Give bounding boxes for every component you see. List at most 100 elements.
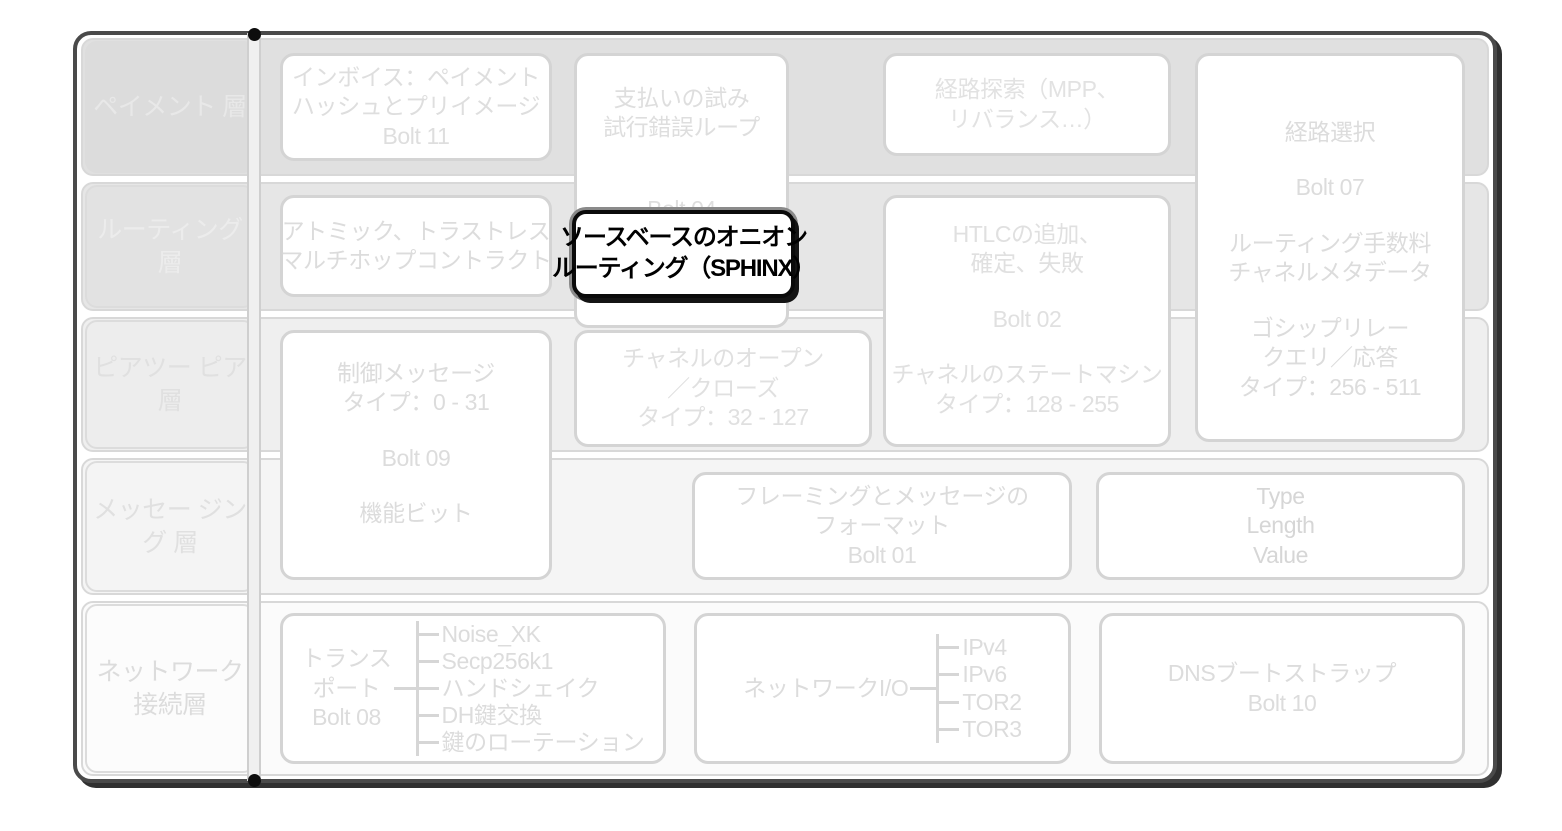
card-line: Type [1256,482,1305,509]
tree-item: TOR2 [939,688,1022,716]
tree-root-line: ネットワークI/O [743,674,909,701]
vertical-divider[interactable] [247,28,261,787]
layer-label-line: ピア [197,354,248,382]
layer-label-payment: ペイメント 層 [85,41,255,173]
card-line: クエリ／応答 [1262,344,1398,371]
tree-item: 鍵のローテーション [418,729,645,756]
transport-tree: トランス ポート Bolt 08 Noise_XK Secp256k1 ハンドシ… [291,620,655,757]
tree-dash [939,727,960,731]
card-line: インボイス：ペイメント [292,63,540,90]
tree-item-label: TOR2 [962,688,1022,715]
tree-item-label: TOR3 [962,715,1022,742]
tree-root-line: Bolt 08 [312,704,381,731]
card-line: チャネルメタデータ [1228,259,1432,286]
tree-item-label: IPv6 [962,661,1007,688]
tree-item: ハンドシェイク [418,674,645,702]
card-line: Bolt 09 [381,444,451,471]
card-line: 経路選択 [1284,119,1376,145]
layer-label-p2p: ピアツー ピア 層 [85,320,255,449]
diagram-canvas: ペイメント 層 ルーティング 層 ピアツー ピア 層 メッセー ジング 層 ネッ… [0,0,1562,831]
card-type-length-value[interactable]: Type Length Value [1096,472,1465,580]
layer-label-messaging: メッセー ジング 層 [85,461,255,592]
network-io-tree-root: ネットワークI/O [743,674,910,704]
card-line: アトミック、トラストレス [281,217,551,244]
layer-label-line: 層 [173,528,198,557]
card-line: ゴシップリレー [1250,314,1410,341]
card-transport-bolt08[interactable]: トランス ポート Bolt 08 Noise_XK Secp256k1 ハンドシ… [280,613,666,764]
tree-dash [418,741,439,745]
layer-label-line: メッセー [93,496,192,524]
card-path-selection[interactable]: 経路選択 Bolt 07 ルーティング手数料 チャネルメタデータ ゴシップリレー… [1195,53,1465,442]
divider-handle-bottom[interactable] [247,774,261,787]
card-line: 制御メッセージ [337,360,495,386]
card-line: タイプ：32 - 127 [637,404,809,431]
card-line: ハッシュとプリイメージ [291,93,541,120]
card-line: Value [1252,541,1309,568]
card-line: Length [1246,512,1315,539]
tree-item-label: ハンドシェイク [441,674,600,701]
layer-label-line: 層 [157,248,183,277]
tree-item: IPv4 [939,634,1021,661]
tree-item: Secp256k1 [418,648,645,675]
layer-label-routing: ルーティング 層 [85,185,255,308]
card-dns-bootstrap[interactable]: DNSブートストラップ Bolt 10 [1099,613,1465,764]
tree-stem [393,687,416,690]
card-sphinx-onion-routing[interactable]: ソースベースのオニオン ルーティング（SPHINX） [552,210,816,298]
card-line: Bolt 07 [1295,174,1365,201]
card-network-io[interactable]: ネットワークI/O IPv4 IPv6 TOR2 TOR3 [694,613,1071,764]
network-io-tree-bracket: IPv4 IPv6 TOR2 TOR3 [936,634,1022,743]
card-line: フォーマット [814,512,950,539]
tree-item: TOR3 [939,715,1022,743]
layer-label-line: ピアツー [93,354,192,382]
card-line: ルーティング（SPHINX） [551,255,816,282]
layer-label-line: 層 [222,92,247,121]
card-htlc-state[interactable]: HTLCの追加、 確定、失敗 Bolt 02 チャネルのステートマシン タイプ：… [883,195,1171,447]
card-line: HTLCの追加、 [952,221,1102,247]
card-line: マルチホップコントラクト [280,247,552,273]
layer-label-line: ペイメント [93,92,216,121]
tree-item: DH鍵交換 [418,702,645,729]
card-line: 支払いの試み [613,85,750,111]
tree-dash [939,700,960,704]
card-atomic-multihop-contract[interactable]: アトミック、トラストレス マルチホップコントラクト [280,195,552,297]
tree-dash [939,646,960,650]
card-line: Bolt 11 [382,122,450,149]
layer-label-line: ネットワーク [96,658,244,686]
tree-dash [418,632,439,636]
card-line: ルーティング手数料 [1228,229,1432,256]
divider-handle-top[interactable] [247,28,261,41]
transport-tree-root: トランス ポート Bolt 08 [302,644,394,734]
card-line: 機能ビット [359,500,473,527]
card-invoice-payment-hash[interactable]: インボイス：ペイメント ハッシュとプリイメージ Bolt 11 [280,53,552,161]
card-line: Bolt 01 [847,541,917,568]
tree-dash [418,714,439,718]
card-line: チャネルのステートマシン [891,361,1163,388]
tree-item-label: DH鍵交換 [441,702,543,729]
card-line: 確定、失敗 [970,250,1084,277]
tree-item: Noise_XK [418,620,645,648]
layer-label-network: ネットワーク 接続層 [85,604,255,773]
card-line: ソースベースのオニオン [560,224,808,252]
layer-label-line: 層 [157,386,183,415]
card-channel-open-close[interactable]: チャネルのオープン ／クローズ タイプ：32 - 127 [574,330,872,447]
card-path-finding[interactable]: 経路探索（MPP、 リバランス…） [883,53,1171,156]
tree-item-label: IPv4 [962,634,1007,661]
tree-dash [939,673,960,677]
tree-item-label: 鍵のローテーション [441,729,645,756]
card-line: Bolt 02 [992,305,1062,332]
card-framing-message-format[interactable]: フレーミングとメッセージの フォーマット Bolt 01 [692,472,1072,580]
card-line: 経路探索（MPP、 [934,76,1120,103]
diagram-frame: ペイメント 層 ルーティング 層 ピアツー ピア 層 メッセー ジング 層 ネッ… [73,31,1497,783]
tree-dash [418,659,439,663]
card-line: タイプ：256 - 511 [1238,373,1422,400]
card-line: DNSブートストラップ [1167,660,1397,687]
card-line: 試行錯誤ループ [603,114,760,141]
card-line: ／クローズ [667,374,779,401]
network-io-tree: ネットワークI/O IPv4 IPv6 TOR2 TOR3 [705,634,1060,743]
transport-tree-bracket: Noise_XK Secp256k1 ハンドシェイク DH鍵交換 鍵のローテーシ… [415,620,645,757]
tree-dash [418,687,439,690]
card-control-messages[interactable]: 制御メッセージ タイプ：0 - 31 Bolt 09 機能ビット [280,330,552,580]
card-line: リバランス…） [948,105,1106,132]
tree-item-label: Noise_XK [441,620,541,647]
card-line: タイプ：0 - 31 [342,389,490,416]
